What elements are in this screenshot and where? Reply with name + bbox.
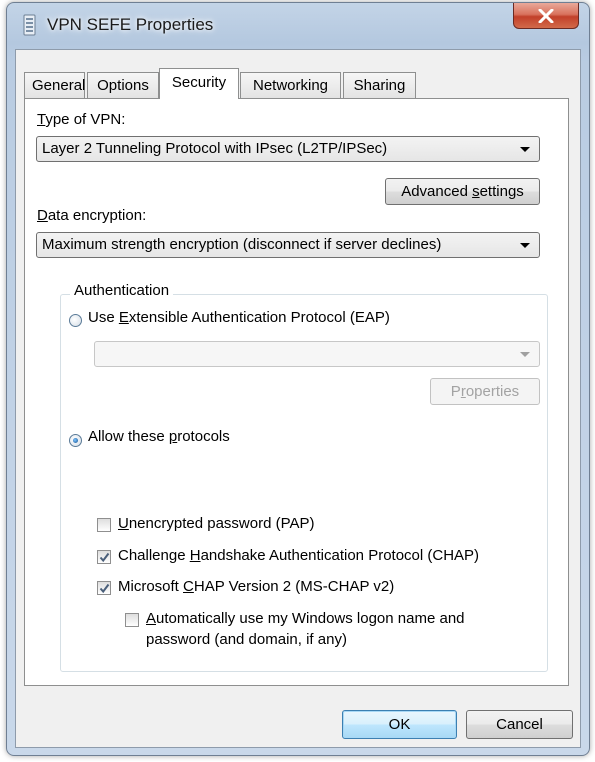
data-encryption-label: Data encryption: bbox=[37, 207, 147, 224]
authentication-legend: Authentication bbox=[70, 282, 174, 299]
eap-method-dropdown[interactable] bbox=[94, 341, 540, 367]
dialog-body: General Options Security Networking Shar… bbox=[15, 49, 581, 748]
allow-protocols-label[interactable]: Allow these protocols bbox=[88, 428, 230, 445]
cancel-button[interactable]: Cancel bbox=[466, 710, 573, 739]
tab-security[interactable]: Security bbox=[159, 68, 239, 99]
dropdown-arrow-icon bbox=[520, 147, 530, 152]
eap-radio[interactable] bbox=[69, 314, 82, 327]
allow-protocols-radio[interactable] bbox=[69, 434, 82, 447]
eap-properties-button[interactable]: Properties bbox=[430, 378, 540, 405]
network-connection-icon bbox=[23, 14, 36, 36]
pap-checkbox[interactable] bbox=[97, 518, 111, 532]
advanced-settings-button[interactable]: Advanced settings bbox=[385, 178, 540, 205]
tab-sharing[interactable]: Sharing bbox=[343, 72, 416, 98]
tab-options-label: Options bbox=[97, 77, 149, 94]
vpn-type-label: Type of VPN: bbox=[37, 111, 126, 128]
vpn-type-dropdown[interactable]: Layer 2 Tunneling Protocol with IPsec (L… bbox=[36, 136, 540, 162]
auto-logon-label-line2[interactable]: password (and domain, if any) bbox=[146, 631, 347, 648]
tab-security-label: Security bbox=[171, 74, 227, 91]
checkmark-icon bbox=[99, 583, 110, 594]
dropdown-arrow-icon bbox=[520, 243, 530, 248]
ok-button[interactable]: OK bbox=[342, 710, 457, 739]
close-button[interactable] bbox=[513, 3, 579, 29]
pap-label[interactable]: Unencrypted password (PAP) bbox=[118, 515, 314, 532]
vpn-type-value: Layer 2 Tunneling Protocol with IPsec (L… bbox=[42, 140, 388, 157]
tab-sharing-label: Sharing bbox=[353, 77, 406, 94]
data-encryption-value: Maximum strength encryption (disconnect … bbox=[42, 236, 442, 253]
properties-window: VPN SEFE Properties General Options Secu… bbox=[6, 2, 590, 756]
chap-checkbox[interactable] bbox=[97, 550, 111, 564]
tab-networking-label: Networking bbox=[252, 77, 329, 94]
auto-logon-label-line1[interactable]: Automatically use my Windows logon name … bbox=[146, 610, 465, 627]
window-title: VPN SEFE Properties bbox=[47, 15, 214, 34]
close-icon bbox=[538, 8, 554, 23]
tab-general[interactable]: General bbox=[24, 72, 85, 98]
chap-label[interactable]: Challenge Handshake Authentication Proto… bbox=[118, 547, 479, 564]
auto-logon-checkbox[interactable] bbox=[125, 613, 139, 627]
mschap-v2-checkbox[interactable] bbox=[97, 581, 111, 595]
mschap-v2-label[interactable]: Microsoft CHAP Version 2 (MS-CHAP v2) bbox=[118, 578, 394, 595]
eap-radio-label[interactable]: Use Extensible Authentication Protocol (… bbox=[88, 309, 390, 326]
tab-general-label: General bbox=[32, 77, 86, 94]
tab-networking[interactable]: Networking bbox=[240, 72, 341, 98]
title-bar[interactable]: VPN SEFE Properties bbox=[7, 3, 589, 47]
checkmark-icon bbox=[99, 552, 110, 563]
dropdown-arrow-icon bbox=[520, 352, 530, 357]
tab-options[interactable]: Options bbox=[87, 72, 159, 98]
data-encryption-dropdown[interactable]: Maximum strength encryption (disconnect … bbox=[36, 232, 540, 258]
